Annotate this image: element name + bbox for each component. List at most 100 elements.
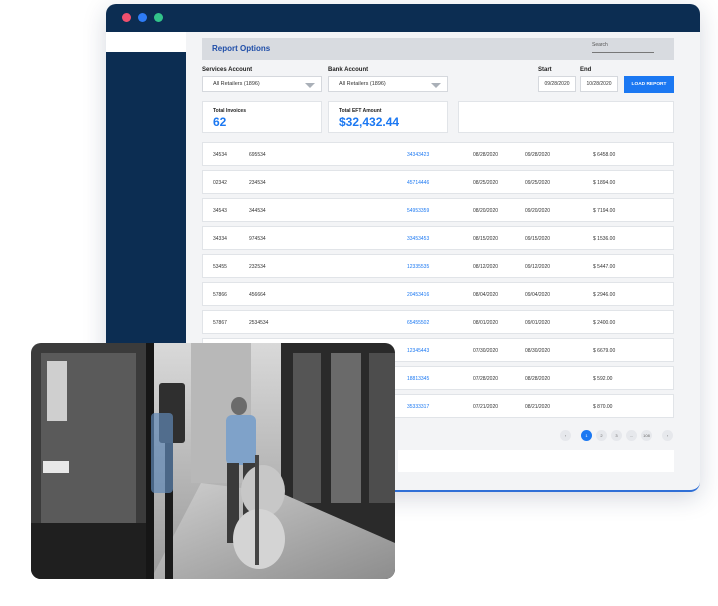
total-invoices-card: Total Invoices 62 bbox=[202, 101, 322, 133]
invoice-date: 08/12/2020 bbox=[473, 264, 499, 270]
total-eft-label: Total EFT Amount bbox=[339, 108, 382, 114]
sidebar-header bbox=[106, 32, 186, 52]
invoice-date: 08/28/2020 bbox=[473, 152, 499, 158]
invoice-date: 08/04/2020 bbox=[473, 292, 499, 298]
total-eft-value: $32,432.44 bbox=[339, 115, 400, 129]
invoice-link[interactable]: 18813345 bbox=[407, 376, 429, 382]
account-id: 57866 bbox=[213, 292, 227, 298]
caret-down-icon bbox=[305, 83, 315, 88]
amount: $ 6458.00 bbox=[593, 152, 616, 158]
bank-id: 695534 bbox=[249, 152, 266, 158]
invoice-date: 07/28/2020 bbox=[473, 376, 499, 382]
payment-date: 08/21/2020 bbox=[525, 404, 551, 410]
invoice-link[interactable]: 35333317 bbox=[407, 404, 429, 410]
account-id: 34543 bbox=[213, 208, 227, 214]
page-button[interactable]: 108 bbox=[641, 430, 652, 441]
amount: $ 7194.00 bbox=[593, 208, 616, 214]
invoice-link[interactable]: 12335535 bbox=[407, 264, 429, 270]
start-label: Start bbox=[538, 67, 552, 73]
amount: $ 2946.00 bbox=[593, 292, 616, 298]
bank-account-select[interactable]: All Retailers (1896) bbox=[328, 76, 448, 92]
page-button[interactable]: 2 bbox=[596, 430, 607, 441]
load-report-button[interactable]: LOAD REPORT bbox=[624, 76, 674, 93]
table-row[interactable]: 34543 344534 54953359 08/20/2020 09/20/2… bbox=[202, 198, 674, 222]
table-row[interactable]: 34534 695534 34343423 08/28/2020 09/28/2… bbox=[202, 142, 674, 166]
delivery-photo bbox=[31, 343, 395, 579]
amount: $ 6679.00 bbox=[593, 348, 616, 354]
summary-card-empty bbox=[458, 101, 674, 133]
account-id: 02342 bbox=[213, 180, 227, 186]
bank-id: 232534 bbox=[249, 264, 266, 270]
total-invoices-label: Total Invoices bbox=[213, 108, 246, 114]
payment-date: 09/25/2020 bbox=[525, 180, 551, 186]
page-ellipsis: ... bbox=[626, 430, 637, 441]
page-button[interactable]: 1 bbox=[581, 430, 592, 441]
bank-id: 456664 bbox=[249, 292, 266, 298]
close-dot-icon[interactable] bbox=[122, 13, 131, 22]
invoice-link[interactable]: 12345443 bbox=[407, 348, 429, 354]
total-invoices-value: 62 bbox=[213, 115, 227, 129]
invoice-date: 08/15/2020 bbox=[473, 236, 499, 242]
minimize-dot-icon[interactable] bbox=[138, 13, 147, 22]
total-eft-card: Total EFT Amount $32,432.44 bbox=[328, 101, 448, 133]
invoice-link[interactable]: 65455502 bbox=[407, 320, 429, 326]
invoice-date: 07/21/2020 bbox=[473, 404, 499, 410]
table-row[interactable]: 57866 456664 20453416 08/04/2020 09/04/2… bbox=[202, 282, 674, 306]
account-id: 57867 bbox=[213, 320, 227, 326]
amount: $ 592.00 bbox=[593, 376, 613, 382]
account-id: 34534 bbox=[213, 152, 227, 158]
invoice-date: 08/01/2020 bbox=[473, 320, 499, 326]
account-id: 34334 bbox=[213, 236, 227, 242]
payment-date: 09/04/2020 bbox=[525, 292, 551, 298]
payment-date: 09/20/2020 bbox=[525, 208, 551, 214]
payment-date: 09/12/2020 bbox=[525, 264, 551, 270]
footer-bar bbox=[398, 450, 674, 472]
page-button[interactable]: 3 bbox=[611, 430, 622, 441]
services-account-label: Services Account bbox=[202, 67, 253, 73]
street-scene-image bbox=[31, 343, 395, 579]
report-title: Report Options bbox=[212, 44, 271, 53]
caret-down-icon bbox=[431, 83, 441, 88]
invoice-link[interactable]: 20453416 bbox=[407, 292, 429, 298]
bank-id: 2534534 bbox=[249, 320, 269, 326]
payment-date: 08/28/2020 bbox=[525, 376, 551, 382]
chevron-left-icon[interactable]: ‹ bbox=[560, 430, 571, 441]
payment-date: 09/01/2020 bbox=[525, 320, 551, 326]
table-row[interactable]: 53455 232534 12335535 08/12/2020 09/12/2… bbox=[202, 254, 674, 278]
services-account-value: All Retailers (1896) bbox=[213, 81, 260, 87]
table-row[interactable]: 34334 974534 33453453 08/15/2020 09/15/2… bbox=[202, 226, 674, 250]
table-row[interactable]: 02342 234534 45714446 08/25/2020 09/25/2… bbox=[202, 170, 674, 194]
report-header: Report Options Search bbox=[202, 38, 674, 60]
bank-id: 344534 bbox=[249, 208, 266, 214]
bank-id: 234534 bbox=[249, 180, 266, 186]
amount: $ 1536.00 bbox=[593, 236, 616, 242]
start-date-input[interactable]: 09/28/2020 bbox=[538, 76, 576, 92]
bank-account-value: All Retailers (1896) bbox=[339, 81, 386, 87]
payment-date: 09/28/2020 bbox=[525, 152, 551, 158]
amount: $ 5447.00 bbox=[593, 264, 616, 270]
invoice-link[interactable]: 54953359 bbox=[407, 208, 429, 214]
amount: $ 2400.00 bbox=[593, 320, 616, 326]
services-account-select[interactable]: All Retailers (1896) bbox=[202, 76, 322, 92]
bank-id: 974534 bbox=[249, 236, 266, 242]
invoice-date: 08/20/2020 bbox=[473, 208, 499, 214]
amount: $ 870.00 bbox=[593, 404, 613, 410]
payment-date: 09/15/2020 bbox=[525, 236, 551, 242]
invoice-link[interactable]: 33453453 bbox=[407, 236, 429, 242]
account-id: 53455 bbox=[213, 264, 227, 270]
invoice-link[interactable]: 34343423 bbox=[407, 152, 429, 158]
end-date-input[interactable]: 10/28/2020 bbox=[580, 76, 618, 92]
search-underline bbox=[592, 52, 654, 53]
amount: $ 1894.00 bbox=[593, 180, 616, 186]
invoice-date: 07/30/2020 bbox=[473, 348, 499, 354]
end-label: End bbox=[580, 67, 592, 73]
invoice-date: 08/25/2020 bbox=[473, 180, 499, 186]
payment-date: 08/30/2020 bbox=[525, 348, 551, 354]
bank-account-label: Bank Account bbox=[328, 67, 369, 73]
search-input[interactable]: Search bbox=[592, 42, 608, 48]
invoice-link[interactable]: 45714446 bbox=[407, 180, 429, 186]
title-bar bbox=[106, 4, 700, 32]
chevron-right-icon[interactable]: › bbox=[662, 430, 673, 441]
table-row[interactable]: 57867 2534534 65455502 08/01/2020 09/01/… bbox=[202, 310, 674, 334]
maximize-dot-icon[interactable] bbox=[154, 13, 163, 22]
